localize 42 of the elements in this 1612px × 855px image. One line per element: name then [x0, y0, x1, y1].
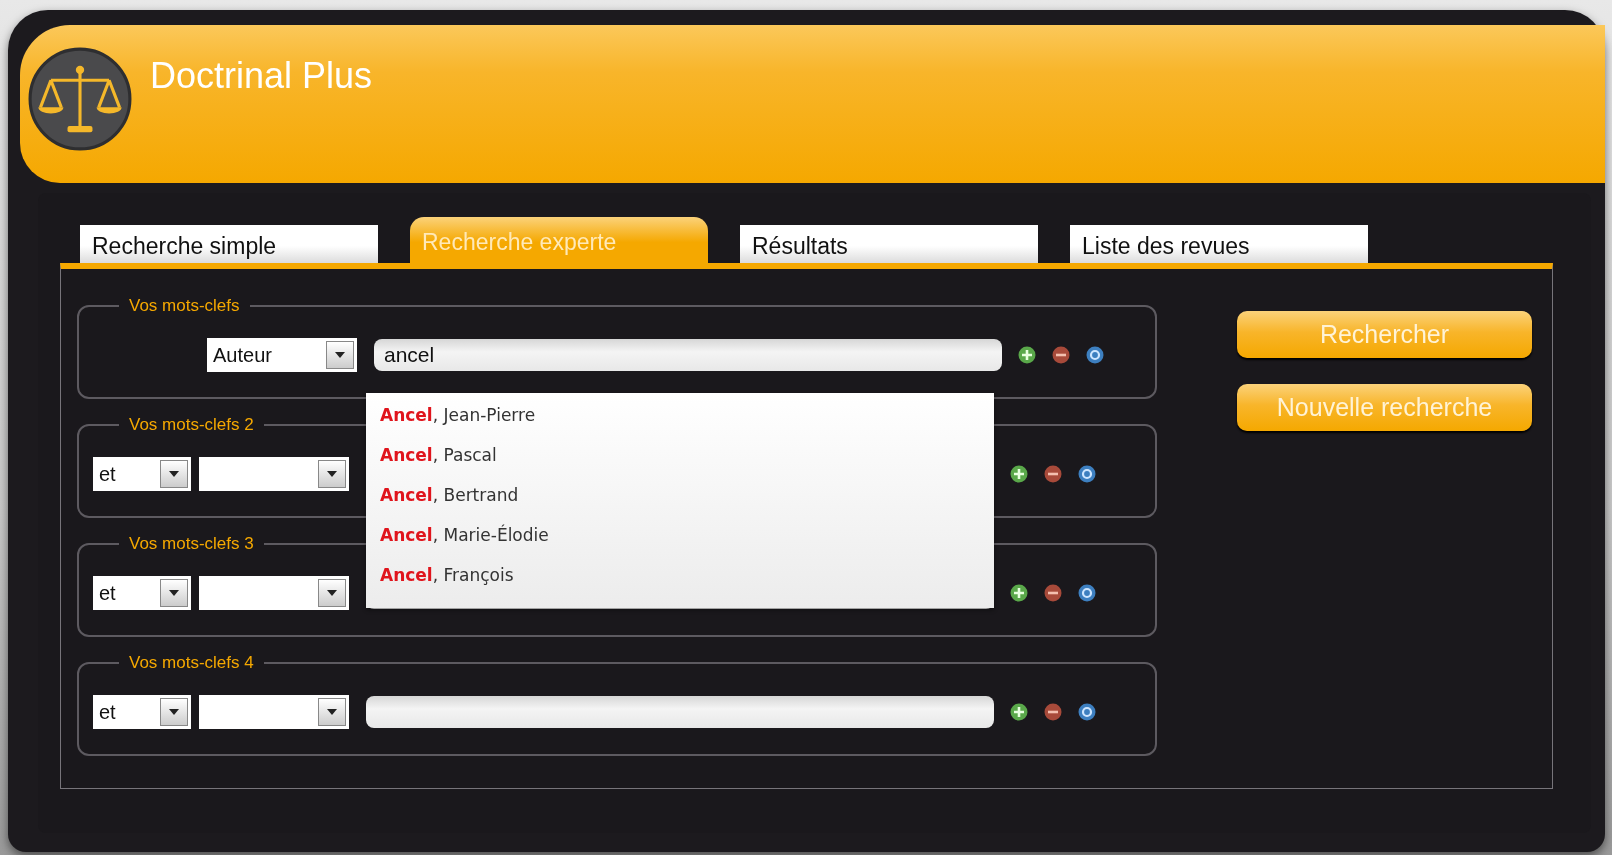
select-field[interactable]: [199, 695, 349, 729]
app-title: Doctrinal Plus: [150, 54, 373, 98]
minus-icon[interactable]: [1044, 584, 1062, 602]
caret-icon[interactable]: [160, 698, 188, 726]
group-legend: Vos mots-clefs 4: [119, 654, 264, 671]
group-legend: Vos mots-clefs 3: [119, 535, 264, 552]
plus-icon[interactable]: [1010, 465, 1028, 483]
group-legend: Vos mots-clefs: [119, 297, 250, 314]
keyword-input[interactable]: [366, 696, 994, 728]
ring-icon[interactable]: [1078, 465, 1096, 483]
caret-icon[interactable]: [318, 579, 346, 607]
suggestion-item[interactable]: Ancel, François: [380, 563, 994, 587]
minus-icon[interactable]: [1044, 465, 1062, 483]
minus-icon[interactable]: [1044, 703, 1062, 721]
keyword-input[interactable]: ancel: [374, 339, 1002, 371]
suggestion-item[interactable]: Ancel, Bertrand: [380, 483, 994, 507]
tab[interactable]: Recherche simple: [80, 225, 378, 263]
caret-icon[interactable]: [160, 460, 188, 488]
suggestion-item[interactable]: Ancel, Jean-Pierre: [380, 403, 994, 427]
select-field[interactable]: Auteur: [207, 338, 357, 372]
plus-icon[interactable]: [1010, 703, 1028, 721]
caret-icon[interactable]: [318, 460, 346, 488]
plus-icon[interactable]: [1010, 584, 1028, 602]
select-field[interactable]: et: [93, 576, 191, 610]
caret-icon[interactable]: [326, 341, 354, 369]
caret-icon[interactable]: [318, 698, 346, 726]
caret-icon[interactable]: [160, 579, 188, 607]
select-field[interactable]: et: [93, 457, 191, 491]
select-field[interactable]: [199, 576, 349, 610]
plus-icon[interactable]: [1018, 346, 1036, 364]
tab[interactable]: Liste des revues: [1070, 225, 1368, 263]
select-field[interactable]: et: [93, 695, 191, 729]
group-legend: Vos mots-clefs 2: [119, 416, 264, 433]
ring-icon[interactable]: [1078, 584, 1096, 602]
tab[interactable]: Résultats: [740, 225, 1038, 263]
select-field[interactable]: [199, 457, 349, 491]
minus-icon[interactable]: [1052, 346, 1070, 364]
ring-icon[interactable]: [1086, 346, 1104, 364]
scales-logo-icon: [28, 47, 132, 151]
ring-icon[interactable]: [1078, 703, 1096, 721]
suggestion-item[interactable]: Ancel, Marie-Élodie: [380, 523, 994, 547]
suggestion-item[interactable]: Ancel, Pascal: [380, 443, 994, 467]
